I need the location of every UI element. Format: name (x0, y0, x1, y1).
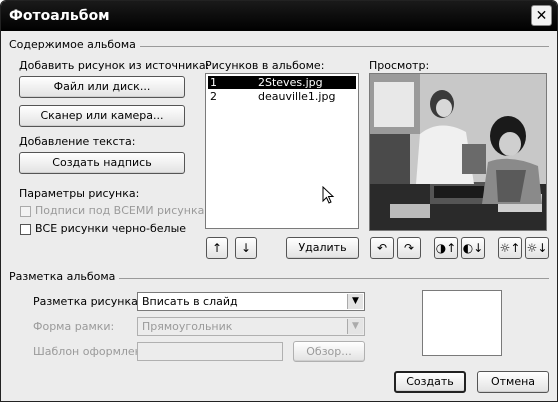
album-contents-section-label: Содержимое альбома (9, 38, 140, 51)
rotate-left-button[interactable]: ↶ (370, 237, 394, 259)
remove-label: Удалить (298, 241, 347, 254)
rotate-left-icon: ↶ (376, 241, 388, 255)
pictures-listbox[interactable]: 1 2Steves.jpg 2 deauville1.jpg (205, 73, 359, 229)
preview-label: Просмотр: (369, 59, 430, 72)
chevron-down-icon: ▼ (347, 294, 363, 309)
add-picture-label: Добавить рисунок из источника: (19, 59, 210, 72)
contrast-up-button[interactable]: ◑↑ (434, 237, 458, 259)
title-bar[interactable]: Фотоальбом ✕ (1, 1, 557, 31)
window-title: Фотоальбом (9, 8, 110, 24)
arrow-up-icon: ↑ (211, 241, 223, 255)
picture-layout-value: Вписать в слайд (142, 295, 238, 308)
list-item-number: 1 (210, 76, 217, 89)
photo-preview (370, 74, 546, 230)
browse-label: Обзор... (306, 345, 352, 358)
brightness-up-button[interactable]: ☼↑ (498, 237, 522, 259)
captions-checkbox[interactable] (20, 206, 31, 217)
create-button[interactable]: Создать (394, 371, 466, 393)
list-item[interactable]: 2 deauville1.jpg (208, 90, 356, 103)
mouse-pointer-icon (322, 186, 335, 204)
layout-thumbnail (422, 290, 502, 356)
move-up-button[interactable]: ↑ (206, 237, 228, 259)
add-text-label: Добавление текста: (19, 135, 136, 148)
chevron-down-icon: ▼ (347, 319, 363, 334)
scanner-or-camera-button[interactable]: Сканер или камера... (19, 105, 185, 127)
rotate-right-button[interactable]: ↷ (397, 237, 421, 259)
contrast-up-icon: ◑↑ (435, 241, 457, 255)
frame-shape-label: Форма рамки: (33, 320, 115, 333)
pictures-in-album-label: Рисунков в альбоме: (205, 59, 325, 72)
preview-image (369, 73, 547, 231)
move-down-button[interactable]: ↓ (235, 237, 257, 259)
file-or-disk-button[interactable]: Файл или диск... (19, 76, 185, 98)
captions-checkbox-label: Подписи под ВСЕМИ рисунками (35, 204, 220, 217)
black-white-checkbox[interactable] (20, 224, 31, 235)
create-label: Создать (406, 375, 454, 388)
brightness-up-icon: ☼↑ (499, 241, 521, 255)
scanner-or-camera-label: Сканер или камера... (40, 109, 164, 122)
album-layout-section-label: Разметка альбома (9, 270, 120, 283)
browse-button[interactable]: Обзор... (293, 341, 365, 362)
list-item-name: 2Steves.jpg (258, 76, 323, 89)
rotate-right-icon: ↷ (403, 241, 415, 255)
arrow-down-icon: ↓ (240, 241, 252, 255)
design-template-field[interactable] (137, 342, 283, 361)
picture-layout-label: Разметка рисунка: (33, 295, 142, 308)
picture-layout-select[interactable]: Вписать в слайд ▼ (137, 292, 365, 311)
brightness-down-button[interactable]: ☼↓ (525, 237, 549, 259)
cancel-button[interactable]: Отмена (477, 371, 549, 393)
close-icon: ✕ (535, 8, 548, 24)
frame-shape-value: Прямоугольник (142, 320, 233, 333)
list-item[interactable]: 1 2Steves.jpg (208, 76, 356, 89)
contrast-down-button[interactable]: ◐↓ (461, 237, 485, 259)
contrast-down-icon: ◐↓ (462, 241, 484, 255)
cancel-label: Отмена (490, 375, 536, 388)
brightness-down-icon: ☼↓ (526, 241, 548, 255)
create-caption-button[interactable]: Создать надпись (19, 152, 185, 174)
black-white-checkbox-label: ВСЕ рисунки черно-белые (35, 222, 187, 235)
photo-album-dialog: Фотоальбом ✕ Содержимое альбома Добавить… (0, 0, 558, 402)
frame-shape-select[interactable]: Прямоугольник ▼ (137, 317, 365, 336)
remove-button[interactable]: Удалить (286, 237, 359, 259)
list-item-number: 2 (210, 90, 217, 103)
create-caption-label: Создать надпись (52, 156, 152, 169)
picture-options-label: Параметры рисунка: (19, 187, 140, 200)
list-item-name: deauville1.jpg (258, 90, 336, 103)
file-or-disk-label: Файл или диск... (53, 80, 151, 93)
close-button[interactable]: ✕ (531, 5, 552, 26)
